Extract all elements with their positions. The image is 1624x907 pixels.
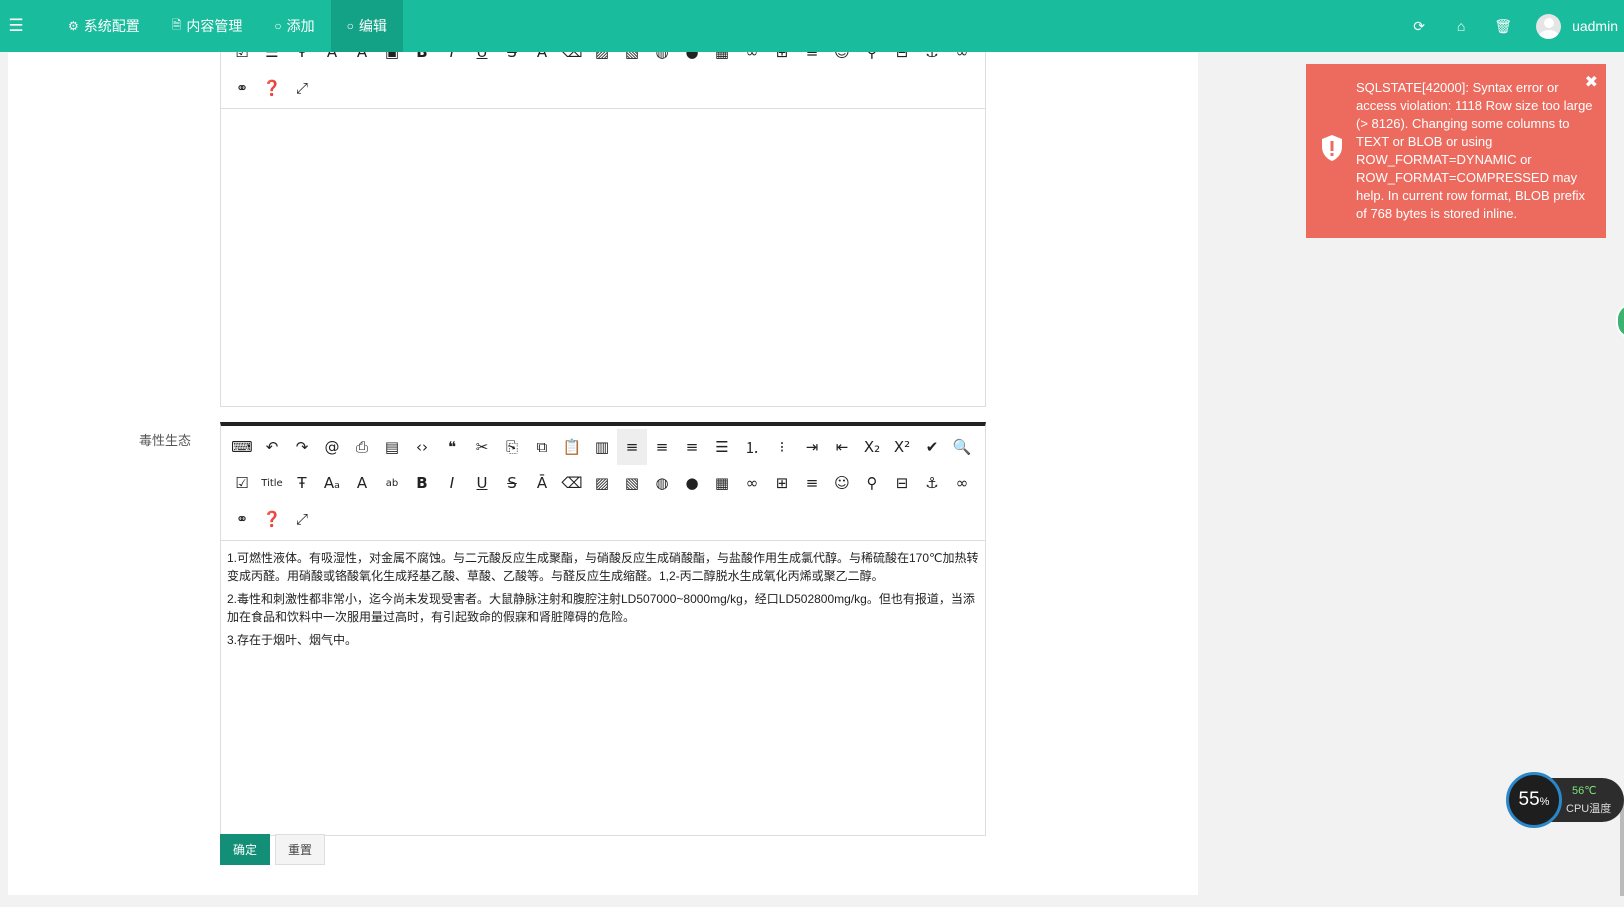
align-center-icon[interactable]: ≡: [647, 429, 677, 465]
link-icon[interactable]: ∞: [737, 465, 767, 501]
align-left-icon[interactable]: ≡: [617, 429, 647, 465]
cpu-monitor-widget[interactable]: 56℃ CPU温度 55%: [1506, 772, 1624, 828]
refresh-icon[interactable]: ⟳: [1398, 0, 1440, 52]
unlink-all-icon[interactable]: ⚭: [227, 70, 257, 106]
error-notification: SQLSTATE[42000]: Syntax error or access …: [1306, 64, 1606, 238]
bold-icon[interactable]: B: [407, 465, 437, 501]
unordered-list-icon[interactable]: ⁝: [767, 429, 797, 465]
home-icon[interactable]: ⌂: [1440, 0, 1482, 52]
outdent-icon[interactable]: ⇤: [827, 429, 857, 465]
cpu-temp: 56℃: [1572, 785, 1597, 797]
eraser-icon[interactable]: ⌫: [557, 465, 587, 501]
field-label: 毒性生态: [139, 433, 192, 448]
avatar: [1536, 13, 1562, 39]
preview-icon[interactable]: ▤: [377, 429, 407, 465]
copy-icon[interactable]: ⎘: [497, 429, 527, 465]
help-icon[interactable]: ❓: [257, 70, 287, 106]
fullscreen-icon[interactable]: ⤢: [287, 70, 317, 106]
rich-text-editor-previous: ☑ ☰ Ŧ A A ▣ B I U S Ā ⌫ ▨ ▧ ◍ ● ▦ ∞ ⊞ ≡ …: [220, 40, 986, 407]
emoticon-icon[interactable]: ☺: [827, 465, 857, 501]
image-icon[interactable]: ▨: [587, 465, 617, 501]
line-height-icon[interactable]: Ā: [527, 465, 557, 501]
print-icon[interactable]: ⎙: [347, 429, 377, 465]
quote-icon[interactable]: ❝: [437, 429, 467, 465]
source-icon[interactable]: ⌨: [227, 429, 257, 465]
flash-icon[interactable]: ◍: [647, 465, 677, 501]
indent-icon[interactable]: ⇥: [797, 429, 827, 465]
paste-word-icon[interactable]: ▥: [587, 429, 617, 465]
shield-alert-icon: [1322, 135, 1342, 161]
media-icon[interactable]: ●: [677, 465, 707, 501]
content-paragraph: 3.存在于烟叶、烟气中。: [227, 633, 358, 647]
rich-text-editor-toxicity: ⌨ ↶ ↷ @ ⎙ ▤ ‹› ❝ ✂ ⎘ ⧉ 📋 ▥ ≡ ≡ ≡ ☰ ⒈ ⁝ ⇥…: [220, 422, 986, 836]
cpu-usage-gauge: 55%: [1506, 772, 1562, 828]
cpu-usage-unit: %: [1539, 796, 1550, 808]
code-icon[interactable]: ‹›: [407, 429, 437, 465]
file-icon: 🗎: [171, 17, 182, 32]
reset-button[interactable]: 重置: [275, 834, 325, 865]
paste-icon[interactable]: 📋: [557, 429, 587, 465]
select-all-icon[interactable]: ☑: [227, 465, 257, 501]
nav-edit[interactable]: ○ 编辑: [330, 0, 403, 52]
map-icon[interactable]: ⚲: [857, 465, 887, 501]
fullscreen-icon[interactable]: ⤢: [287, 501, 317, 537]
nav-content-management[interactable]: 🗎 内容管理: [156, 0, 259, 52]
ordered-list-icon[interactable]: ⒈: [737, 429, 767, 465]
anchor-icon[interactable]: ⚓: [917, 465, 947, 501]
find-icon[interactable]: 🔍: [947, 429, 977, 465]
cpu-usage: 55: [1518, 789, 1540, 810]
close-icon[interactable]: ✖: [1585, 72, 1598, 92]
unlink-all-icon[interactable]: ⚭: [227, 501, 257, 537]
nav-label: 内容管理: [186, 18, 243, 34]
font-family-icon[interactable]: Ŧ: [287, 465, 317, 501]
help-icon[interactable]: ❓: [257, 501, 287, 537]
menu-toggle-icon[interactable]: ☰: [0, 0, 32, 52]
undo-icon[interactable]: ↶: [257, 429, 287, 465]
copy-format-icon[interactable]: ⧉: [527, 429, 557, 465]
nav-add[interactable]: ○ 添加: [258, 0, 330, 52]
cut-icon[interactable]: ✂: [467, 429, 497, 465]
table-icon[interactable]: ⊞: [767, 465, 797, 501]
video-icon[interactable]: ▦: [707, 465, 737, 501]
superscript-icon[interactable]: X²: [887, 429, 917, 465]
circle-icon: ○: [274, 19, 282, 33]
title-icon[interactable]: Title: [257, 465, 287, 501]
content-paragraph: 1.可燃性液体。有吸湿性，对金属不腐蚀。与二元酸反应生成聚酯，与硝酸反应生成硝酸…: [227, 551, 979, 583]
cpu-temp-label: CPU温度: [1566, 803, 1612, 815]
at-icon[interactable]: @: [317, 429, 347, 465]
font-color-icon[interactable]: A: [347, 465, 377, 501]
editor-body[interactable]: 1.可燃性液体。有吸湿性，对金属不腐蚀。与二元酸反应生成聚酯，与硝酸反应生成硝酸…: [221, 541, 985, 662]
topbar-right: ⟳ ⌂ 🗑 uadmin: [1398, 0, 1624, 52]
error-message: SQLSTATE[42000]: Syntax error or access …: [1356, 80, 1593, 221]
redo-icon[interactable]: ↷: [287, 429, 317, 465]
font-size-icon[interactable]: Aₐ: [317, 465, 347, 501]
gear-icon: ⚙: [68, 19, 79, 33]
username: uadmin: [1572, 18, 1618, 34]
user-menu[interactable]: uadmin: [1524, 13, 1624, 39]
editor-body[interactable]: [221, 109, 985, 399]
side-widget-tab[interactable]: [1616, 303, 1624, 339]
nav-label: 编辑: [358, 18, 387, 34]
unlink-icon[interactable]: ∞: [947, 465, 977, 501]
top-navbar: ☰ ⚙ 系统配置 🗎 内容管理 ○ 添加 ○ 编辑 ⟳ ⌂ 🗑 uadmin: [0, 0, 1624, 52]
subscript-icon[interactable]: X₂: [857, 429, 887, 465]
pagebreak-icon[interactable]: ⊟: [887, 465, 917, 501]
editor-toolbar: ⌨ ↶ ↷ @ ⎙ ▤ ‹› ❝ ✂ ⎘ ⧉ 📋 ▥ ≡ ≡ ≡ ☰ ⒈ ⁝ ⇥…: [221, 426, 985, 541]
highlight-icon[interactable]: ab: [377, 465, 407, 501]
italic-icon[interactable]: I: [437, 465, 467, 501]
trash-icon[interactable]: 🗑: [1482, 0, 1524, 52]
underline-icon[interactable]: U: [467, 465, 497, 501]
nav-label: 系统配置: [83, 18, 140, 34]
submit-button[interactable]: 确定: [220, 834, 270, 865]
strikethrough-icon[interactable]: S: [497, 465, 527, 501]
circle-icon: ○: [346, 19, 354, 33]
content-paragraph: 2.毒性和刺激性都非常小，迄今尚未发现受害者。大鼠静脉注射和腹腔注射LD5070…: [227, 592, 975, 624]
hr-icon[interactable]: ≡: [797, 465, 827, 501]
clear-format-icon[interactable]: ✔: [917, 429, 947, 465]
multi-image-icon[interactable]: ▧: [617, 465, 647, 501]
align-right-icon[interactable]: ≡: [677, 429, 707, 465]
justify-icon[interactable]: ☰: [707, 429, 737, 465]
nav-system-config[interactable]: ⚙ 系统配置: [52, 0, 156, 52]
nav-label: 添加: [286, 18, 315, 34]
